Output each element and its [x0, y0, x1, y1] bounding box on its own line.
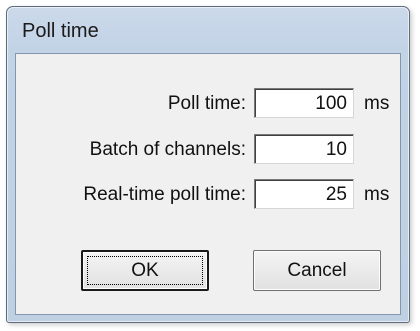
title-bar[interactable]: Poll time [7, 7, 409, 53]
dialog-body: Poll time: 100 ms Batch of channels: 10 … [15, 53, 401, 315]
cancel-button-label: Cancel [287, 260, 347, 281]
poll-time-label: Poll time: [167, 93, 246, 114]
realtime-poll-time-label: Real-time poll time: [83, 184, 246, 205]
batch-of-channels-input[interactable]: 10 [254, 134, 354, 164]
poll-time-dialog: Poll time Poll time: 100 ms Batch of cha… [6, 6, 410, 323]
cancel-button[interactable]: Cancel [253, 250, 381, 291]
focus-rectangle [87, 256, 203, 285]
poll-time-row: Poll time: 100 ms [16, 88, 402, 120]
realtime-poll-time-input[interactable]: 25 [254, 179, 354, 209]
ok-button[interactable]: OK [81, 250, 209, 291]
batch-of-channels-label: Batch of channels: [89, 139, 246, 160]
poll-time-unit: ms [364, 93, 390, 114]
window-title: Poll time [22, 20, 99, 42]
realtime-poll-time-unit: ms [364, 184, 390, 205]
poll-time-input[interactable]: 100 [254, 88, 354, 118]
realtime-poll-time-row: Real-time poll time: 25 ms [16, 179, 402, 211]
batch-of-channels-row: Batch of channels: 10 [16, 134, 402, 166]
